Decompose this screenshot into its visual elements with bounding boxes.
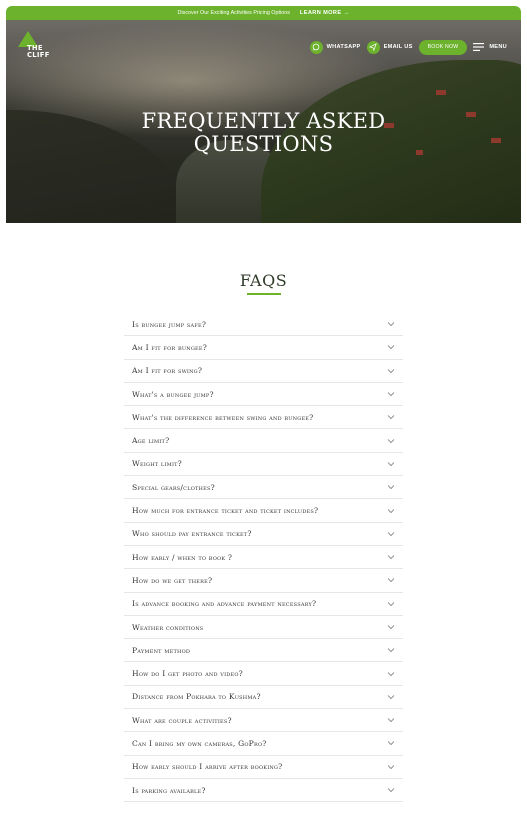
faq-question: What's the difference between swing and … bbox=[132, 412, 314, 422]
faq-question: How do we get there? bbox=[132, 575, 213, 585]
faq-item[interactable]: Is bungee jump safe? bbox=[124, 313, 403, 337]
hero-frame: Discover Our Exciting Activities Pricing… bbox=[6, 6, 521, 223]
faq-question: Weight limit? bbox=[132, 459, 182, 469]
hamburger-icon bbox=[473, 43, 485, 51]
faq-question: Is advance booking and advance payment n… bbox=[132, 599, 317, 609]
chevron-down-icon bbox=[387, 764, 395, 769]
faq-item[interactable]: Weather conditions bbox=[124, 616, 403, 640]
send-icon bbox=[366, 40, 380, 54]
book-now-button[interactable]: BOOK NOW bbox=[418, 39, 468, 55]
whatsapp-icon bbox=[309, 40, 323, 54]
faq-item[interactable]: How much for entrance ticket and ticket … bbox=[124, 499, 403, 523]
chevron-down-icon bbox=[387, 415, 395, 420]
faq-question: Payment method bbox=[132, 645, 191, 655]
chevron-down-icon bbox=[387, 485, 395, 490]
faq-question: Is bungee jump safe? bbox=[132, 319, 207, 329]
faq-question: Weather conditions bbox=[132, 622, 204, 632]
faq-question: Can I bring my own cameras, GoPro? bbox=[132, 738, 267, 748]
faq-item[interactable]: Is advance booking and advance payment n… bbox=[124, 593, 403, 616]
faq-item[interactable]: Payment method bbox=[124, 639, 403, 663]
faq-question: Am I fit for bungee? bbox=[132, 342, 207, 352]
faq-item[interactable]: Can I bring my own cameras, GoPro? bbox=[124, 732, 403, 756]
chevron-down-icon bbox=[387, 392, 395, 397]
faq-question: How early should I arrive after booking? bbox=[132, 762, 283, 772]
chevron-down-icon bbox=[387, 601, 395, 606]
faq-question: Special gears/clothes? bbox=[132, 482, 215, 492]
faq-item[interactable]: Who should pay entrance ticket? bbox=[124, 523, 403, 546]
menu-button[interactable]: MENU bbox=[473, 43, 507, 51]
faq-item[interactable]: How early should I arrive after booking? bbox=[124, 756, 403, 779]
faq-item[interactable]: Age limit? bbox=[124, 429, 403, 453]
announcement-bar: Discover Our Exciting Activities Pricing… bbox=[6, 6, 521, 20]
faq-item[interactable]: What's the difference between swing and … bbox=[124, 406, 403, 430]
faq-item[interactable]: Am I fit for swing? bbox=[124, 360, 403, 383]
faq-item[interactable]: Am I fit for bungee? bbox=[124, 336, 403, 360]
chevron-down-icon bbox=[387, 718, 395, 723]
chevron-down-icon bbox=[387, 532, 395, 536]
faq-item[interactable]: Is parking available? bbox=[124, 779, 403, 803]
faq-item[interactable]: How do we get there? bbox=[124, 569, 403, 593]
faq-question: Am I fit for swing? bbox=[132, 366, 203, 376]
chevron-down-icon bbox=[387, 788, 395, 793]
chevron-down-icon bbox=[387, 555, 395, 560]
chevron-down-icon bbox=[387, 368, 395, 373]
chevron-down-icon bbox=[387, 648, 395, 653]
faq-item[interactable]: What's a bungee jump? bbox=[124, 383, 403, 407]
learn-more-link[interactable]: LEARN MORE → bbox=[300, 10, 350, 16]
faq-question: Who should pay entrance ticket? bbox=[132, 529, 252, 539]
faq-question: How do I get photo and video? bbox=[132, 669, 243, 679]
faq-heading-underline bbox=[247, 293, 281, 295]
faq-question: What's a bungee jump? bbox=[132, 389, 214, 399]
chevron-down-icon bbox=[387, 345, 395, 350]
faq-item[interactable]: Special gears/clothes? bbox=[124, 476, 403, 500]
faq-item[interactable]: What are couple activities? bbox=[124, 709, 403, 733]
faq-list: Is bungee jump safe? Am I fit for bungee?… bbox=[124, 313, 403, 803]
faq-item[interactable]: How do I get photo and video? bbox=[124, 662, 403, 686]
faq-question: Distance from Pokhara to Kushma? bbox=[132, 692, 261, 702]
chevron-down-icon bbox=[387, 695, 395, 699]
email-link[interactable]: EMAIL US bbox=[366, 40, 413, 54]
header-nav: WHATSAPP EMAIL US BOOK NOW MENU bbox=[309, 39, 507, 55]
chevron-down-icon bbox=[387, 438, 395, 443]
chevron-down-icon bbox=[387, 671, 395, 676]
announcement-text: Discover Our Exciting Activities Pricing… bbox=[177, 10, 290, 16]
chevron-down-icon bbox=[387, 741, 395, 746]
chevron-down-icon bbox=[387, 462, 395, 466]
faq-item[interactable]: Weight limit? bbox=[124, 453, 403, 477]
site-logo[interactable]: THE CLIFF bbox=[18, 31, 52, 65]
logo-text-line2: CLIFF bbox=[27, 50, 50, 59]
chevron-down-icon bbox=[387, 322, 395, 327]
faq-heading: FAQS bbox=[239, 271, 288, 290]
faq-question: Age limit? bbox=[132, 436, 170, 446]
hero-title: FREQUENTLY ASKED QUESTIONS bbox=[141, 109, 386, 156]
faq-question: Is parking available? bbox=[132, 785, 206, 795]
faq-item[interactable]: Distance from Pokhara to Kushma? bbox=[124, 686, 403, 710]
chevron-down-icon bbox=[387, 508, 395, 513]
whatsapp-link[interactable]: WHATSAPP bbox=[309, 40, 361, 54]
chevron-down-icon bbox=[387, 625, 395, 630]
faq-question: How much for entrance ticket and ticket … bbox=[132, 506, 319, 516]
faq-question: How early / when to book ? bbox=[132, 552, 233, 562]
chevron-down-icon bbox=[387, 578, 395, 583]
faq-item[interactable]: How early / when to book ? bbox=[124, 546, 403, 570]
faq-question: What are couple activities? bbox=[132, 715, 232, 725]
